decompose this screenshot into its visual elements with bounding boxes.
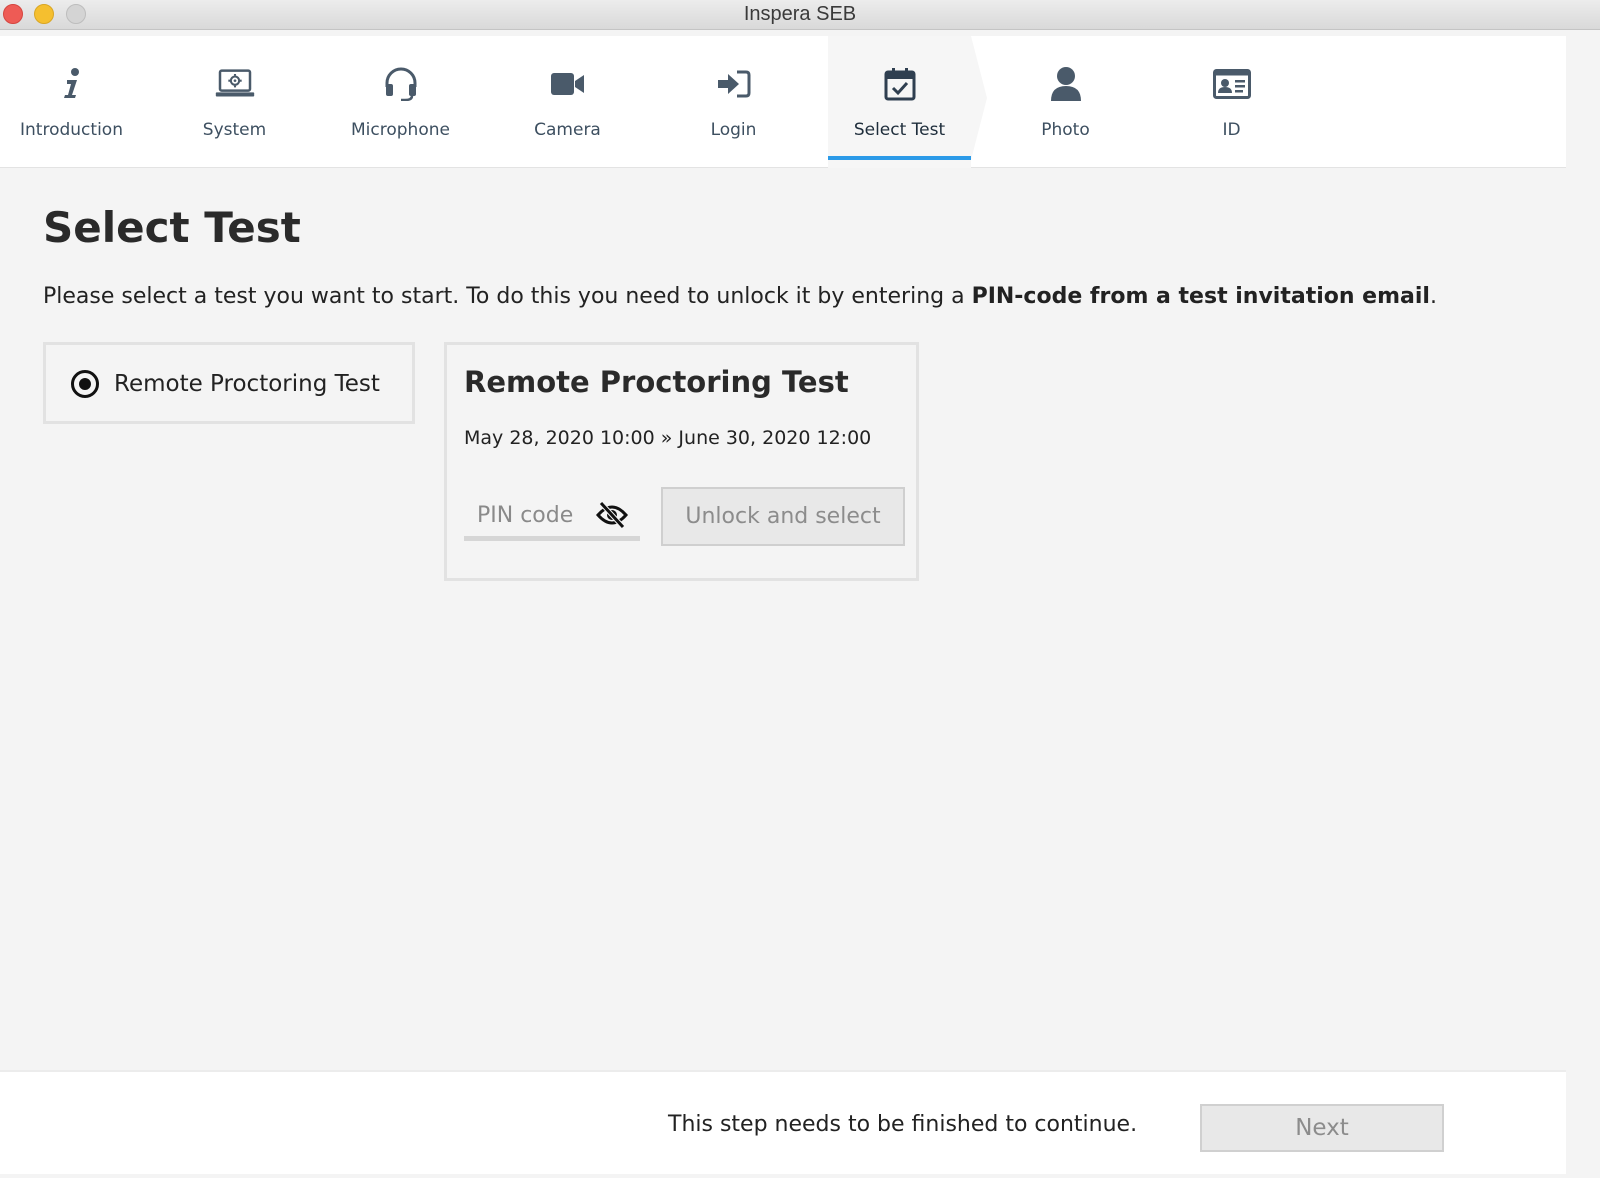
step-introduction[interactable]: Introduction bbox=[0, 36, 143, 168]
step-navigation: Introduction System Microphone Camera Lo… bbox=[0, 36, 1566, 168]
instructions-prefix: Please select a test you want to start. … bbox=[43, 284, 972, 309]
step-label: Introduction bbox=[20, 120, 123, 140]
video-camera-icon bbox=[548, 64, 588, 104]
step-photo[interactable]: Photo bbox=[994, 36, 1137, 168]
step-label: Microphone bbox=[351, 120, 450, 140]
pin-code-input[interactable] bbox=[464, 495, 594, 535]
footer-bar: This step needs to be finished to contin… bbox=[0, 1070, 1566, 1174]
step-id[interactable]: ID bbox=[1160, 36, 1303, 168]
instructions-suffix: . bbox=[1429, 284, 1437, 309]
page-title: Select Test bbox=[43, 203, 301, 252]
step-label: ID bbox=[1222, 120, 1241, 140]
sign-in-icon bbox=[714, 64, 754, 104]
step-system[interactable]: System bbox=[163, 36, 306, 168]
pin-field bbox=[464, 495, 640, 541]
calendar-check-icon bbox=[880, 64, 920, 104]
id-card-icon bbox=[1212, 64, 1252, 104]
test-card-title: Remote Proctoring Test bbox=[464, 365, 849, 399]
laptop-settings-icon bbox=[215, 64, 255, 104]
window-title: Inspera SEB bbox=[743, 3, 857, 25]
test-detail-card: Remote Proctoring Test May 28, 2020 10:0… bbox=[444, 342, 919, 581]
test-radio-selected[interactable] bbox=[71, 370, 99, 398]
step-camera[interactable]: Camera bbox=[496, 36, 639, 168]
instructions-text: Please select a test you want to start. … bbox=[43, 284, 1437, 309]
info-icon bbox=[52, 64, 92, 104]
user-icon bbox=[1046, 64, 1086, 104]
step-chevron bbox=[971, 36, 987, 160]
test-option-remote-proctoring[interactable]: Remote Proctoring Test bbox=[43, 342, 415, 424]
footer-status-message: This step needs to be finished to contin… bbox=[668, 1112, 1138, 1137]
step-login[interactable]: Login bbox=[662, 36, 805, 168]
test-card-dates: May 28, 2020 10:00 » June 30, 2020 12:00 bbox=[464, 427, 872, 449]
active-step-indicator bbox=[828, 156, 971, 160]
step-microphone[interactable]: Microphone bbox=[329, 36, 472, 168]
step-label: System bbox=[202, 120, 267, 140]
test-option-label: Remote Proctoring Test bbox=[114, 371, 380, 397]
step-label: Select Test bbox=[853, 120, 946, 140]
headset-icon bbox=[381, 64, 421, 104]
eye-slash-icon[interactable] bbox=[596, 501, 628, 529]
step-label: Camera bbox=[534, 120, 601, 140]
instructions-bold: PIN-code from a test invitation email bbox=[971, 284, 1430, 309]
step-select-test[interactable]: Select Test bbox=[828, 36, 971, 168]
step-label: Login bbox=[710, 120, 757, 140]
unlock-and-select-button[interactable]: Unlock and select bbox=[661, 487, 905, 546]
next-button[interactable]: Next bbox=[1200, 1104, 1444, 1152]
title-bar: Inspera SEB bbox=[0, 0, 1600, 30]
step-label: Photo bbox=[1041, 120, 1090, 140]
